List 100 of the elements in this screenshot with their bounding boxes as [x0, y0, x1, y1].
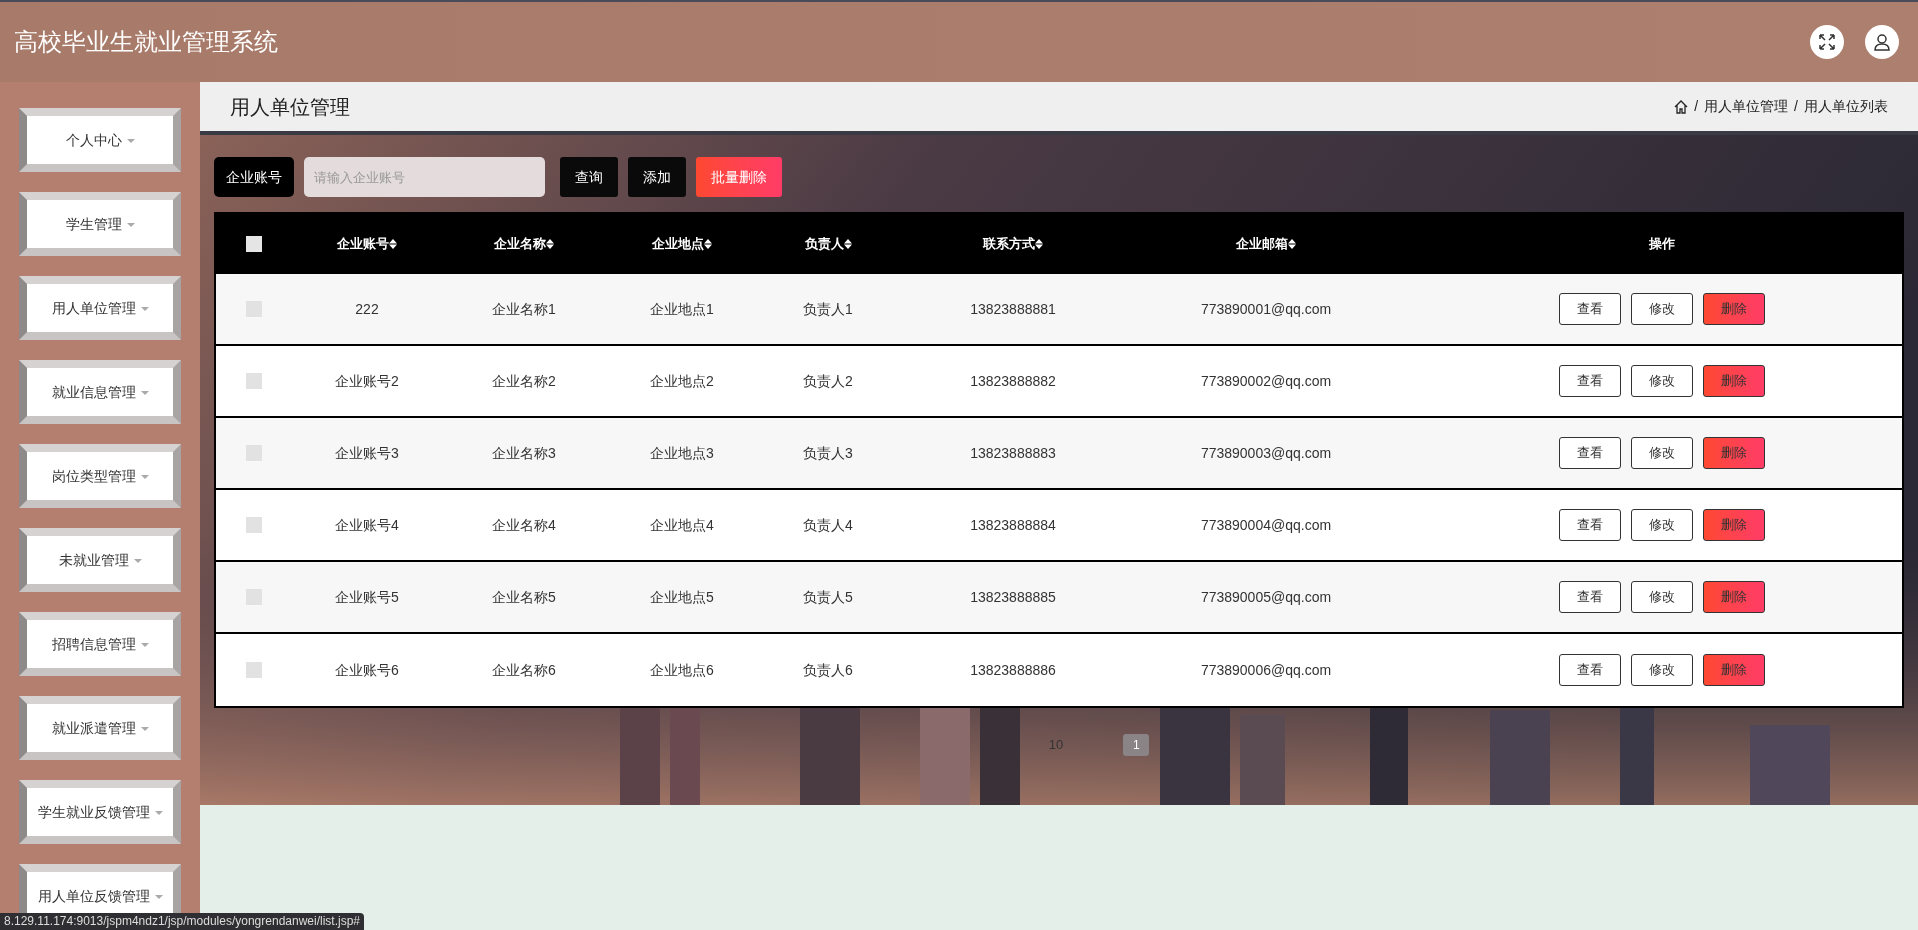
row-action-button[interactable]: 修改: [1631, 293, 1693, 325]
caret-icon: [140, 475, 149, 480]
sort-icon[interactable]: [1288, 239, 1296, 249]
table-cell-text: 负责人4: [802, 515, 854, 535]
row-action-button[interactable]: 查看: [1559, 365, 1621, 397]
user-button[interactable]: [1865, 25, 1899, 59]
row-action-button[interactable]: 修改: [1631, 654, 1693, 686]
table-cell-text: 13823888881: [969, 299, 1057, 319]
sidebar-item[interactable]: 就业派遣管理: [19, 696, 181, 760]
table-cell-text: 企业地点6: [649, 660, 715, 680]
checkbox[interactable]: [246, 517, 262, 533]
search-field[interactable]: 请输入企业账号: [304, 157, 545, 197]
table-cell-text: 企业名称1: [491, 299, 557, 319]
sidebar-item[interactable]: 用人单位管理: [19, 276, 181, 340]
table-cell-text: 企业账号2: [334, 371, 400, 391]
row-action-button[interactable]: 查看: [1559, 293, 1621, 325]
row-action-button[interactable]: 删除: [1703, 293, 1765, 325]
breadcrumb-link[interactable]: 用人单位列表: [1804, 96, 1888, 117]
home-icon[interactable]: [1674, 99, 1689, 114]
sidebar-item[interactable]: 学生就业反馈管理: [19, 780, 181, 844]
toolbar-button[interactable]: 查询: [560, 157, 618, 197]
row-action-button[interactable]: 查看: [1559, 437, 1621, 469]
sort-icon[interactable]: [1035, 239, 1043, 249]
caret-icon: [140, 307, 149, 312]
toolbar-button[interactable]: 添加: [628, 157, 686, 197]
caret-icon: [140, 727, 149, 732]
column-header: 操作: [1649, 235, 1675, 254]
url-tooltip: 8.129.11.174:9013/jspm4ndz1/jsp/modules/yongrendanwei/list.jsp#: [0, 913, 364, 930]
table-cell-text: 企业账号3: [334, 443, 400, 463]
row-action-button[interactable]: 删除: [1703, 581, 1765, 613]
table-cell-text: 773890004@qq.com: [1199, 515, 1333, 535]
table-cell-text: 企业名称3: [491, 443, 557, 463]
table-cell-text: 企业地点1: [649, 299, 715, 319]
column-header[interactable]: 企业地点: [652, 234, 704, 254]
table-cell-text: 企业名称5: [491, 587, 557, 607]
fullscreen-button[interactable]: [1810, 25, 1844, 59]
user-icon: [1873, 33, 1891, 51]
table-cell-text: 企业名称4: [491, 515, 557, 535]
search-label: 企业账号: [214, 157, 294, 197]
expand-icon: [1819, 34, 1835, 50]
column-header[interactable]: 企业账号: [337, 234, 389, 254]
caret-icon: [133, 559, 142, 564]
sidebar-item[interactable]: 未就业管理: [19, 528, 181, 592]
row-action-button[interactable]: 修改: [1631, 509, 1693, 541]
breadcrumb-link[interactable]: 用人单位管理: [1704, 96, 1789, 117]
page-title: 用人单位管理: [230, 94, 351, 120]
table-cell-text: 773890002@qq.com: [1199, 371, 1333, 391]
row-action-button[interactable]: 删除: [1703, 365, 1765, 397]
row-action-button[interactable]: 删除: [1703, 654, 1765, 686]
checkbox[interactable]: [246, 236, 262, 252]
checkbox[interactable]: [246, 662, 262, 678]
table-cell-text: 企业账号6: [334, 660, 400, 680]
table-cell-text: 负责人5: [802, 587, 854, 607]
table-cell-text: 负责人2: [802, 371, 854, 391]
sidebar-item[interactable]: 招聘信息管理: [19, 612, 181, 676]
sidebar-item[interactable]: 就业信息管理: [19, 360, 181, 424]
sidebar-item[interactable]: 个人中心: [19, 108, 181, 172]
table-cell-text: 负责人1: [802, 299, 854, 319]
row-action-button[interactable]: 修改: [1631, 437, 1693, 469]
table-cell-text: 企业地点4: [649, 515, 715, 535]
sort-icon[interactable]: [704, 239, 712, 249]
table-cell-text: 企业地点3: [649, 443, 715, 463]
row-action-button[interactable]: 查看: [1559, 509, 1621, 541]
table-cell-text: 负责人3: [802, 443, 854, 463]
table-cell-text: 13823888882: [969, 371, 1057, 391]
row-action-button[interactable]: 删除: [1703, 437, 1765, 469]
row-action-button[interactable]: 查看: [1559, 654, 1621, 686]
column-header[interactable]: 企业名称: [494, 234, 546, 254]
caret-icon: [140, 391, 149, 396]
table-cell-text: 企业名称6: [491, 660, 557, 680]
row-action-button[interactable]: 查看: [1559, 581, 1621, 613]
page-button[interactable]: 1: [1123, 734, 1150, 756]
table-cell-text: 222: [354, 299, 380, 319]
sidebar-item[interactable]: 岗位类型管理: [19, 444, 181, 508]
caret-icon: [154, 895, 163, 900]
table-cell-text: 13823888886: [969, 660, 1057, 680]
column-header[interactable]: 联系方式: [983, 234, 1035, 254]
table-cell-text: 773890005@qq.com: [1199, 587, 1333, 607]
table-cell-text: 13823888885: [969, 587, 1057, 607]
sort-icon[interactable]: [546, 239, 554, 249]
table-cell-text: 企业地点2: [649, 371, 715, 391]
sort-icon[interactable]: [843, 239, 852, 249]
table-cell-text: 企业地点5: [649, 587, 715, 607]
row-action-button[interactable]: 修改: [1631, 365, 1693, 397]
sidebar-item[interactable]: 学生管理: [19, 192, 181, 256]
row-action-button[interactable]: 修改: [1631, 581, 1693, 613]
table-cell-text: 负责人6: [802, 660, 854, 680]
column-header[interactable]: 负责人: [804, 234, 844, 254]
checkbox[interactable]: [246, 373, 262, 389]
column-header[interactable]: 企业邮箱: [1236, 234, 1288, 254]
table-cell-text: 773890001@qq.com: [1199, 299, 1333, 319]
table-cell-text: 773890003@qq.com: [1199, 443, 1333, 463]
table-cell-text: 企业账号5: [334, 587, 400, 607]
caret-icon: [126, 139, 135, 144]
row-action-button[interactable]: 删除: [1703, 509, 1765, 541]
table-cell-text: 企业名称2: [491, 371, 557, 391]
table-cell-text: 773890006@qq.com: [1199, 660, 1333, 680]
table-cell-text: 13823888883: [969, 443, 1057, 463]
breadcrumb-separator: /: [1694, 97, 1699, 116]
sort-icon[interactable]: [389, 239, 397, 249]
